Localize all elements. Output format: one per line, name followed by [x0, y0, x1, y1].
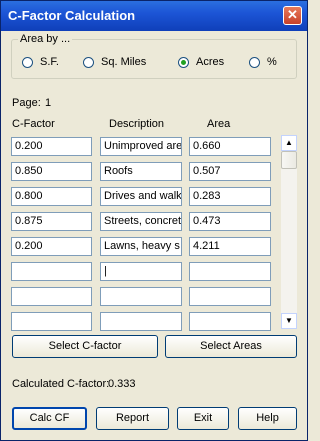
- scroll-up-button[interactable]: ▲: [281, 135, 297, 151]
- select-areas-button[interactable]: Select Areas: [165, 335, 297, 358]
- cfactor-cell[interactable]: 0.800: [11, 187, 92, 206]
- radio-sq-miles[interactable]: Sq. Miles: [83, 56, 146, 68]
- c-factor-window: C-Factor Calculation ✕ Area by ... S.F. …: [0, 0, 308, 441]
- area-cell[interactable]: 0.660: [189, 137, 271, 156]
- cfactor-cell[interactable]: 0.875: [11, 212, 92, 231]
- description-cell[interactable]: Lawns, heavy s: [100, 237, 182, 256]
- radio-circle-sq-miles: [83, 56, 94, 68]
- description-cell[interactable]: Streets, concret: [100, 212, 182, 231]
- radio-acres[interactable]: Acres: [178, 56, 224, 68]
- area-cell[interactable]: 0.473: [189, 212, 271, 231]
- table-scrollbar[interactable]: ▲ ▼: [281, 135, 297, 329]
- exit-button[interactable]: Exit: [177, 407, 229, 430]
- select-cfactor-button[interactable]: Select C-factor: [12, 335, 158, 358]
- cfactor-cell[interactable]: [11, 262, 92, 281]
- area-cell[interactable]: 4.211: [189, 237, 271, 256]
- area-cell[interactable]: [189, 262, 271, 281]
- window-title: C-Factor Calculation: [8, 8, 136, 23]
- close-icon: ✕: [287, 7, 298, 22]
- cfactor-cell[interactable]: 0.850: [11, 162, 92, 181]
- radio-sf[interactable]: S.F.: [22, 56, 59, 68]
- radio-circle-sf: [22, 56, 33, 68]
- cfactor-cell[interactable]: 0.200: [11, 237, 92, 256]
- header-area: Area: [207, 118, 231, 130]
- title-bar[interactable]: C-Factor Calculation ✕: [1, 1, 307, 31]
- area-cell[interactable]: 0.507: [189, 162, 271, 181]
- description-cell[interactable]: Drives and walk: [100, 187, 182, 206]
- area-by-legend: Area by ...: [18, 33, 73, 45]
- report-button[interactable]: Report: [96, 407, 169, 430]
- page-label: Page:: [12, 97, 41, 109]
- area-cell[interactable]: [189, 312, 271, 331]
- close-button[interactable]: ✕: [283, 6, 302, 25]
- radio-circle-acres: [178, 56, 189, 68]
- scroll-down-button[interactable]: ▼: [281, 313, 297, 329]
- help-button[interactable]: Help: [238, 407, 297, 430]
- header-cfactor: C-Factor: [12, 118, 55, 130]
- area-cell[interactable]: [189, 287, 271, 306]
- calculated-cfactor-label: Calculated C-factor:: [12, 378, 110, 390]
- page-number: 1: [45, 97, 52, 109]
- calc-cf-button[interactable]: Calc CF: [12, 407, 87, 430]
- radio-circle-percent: [249, 56, 260, 68]
- description-cell[interactable]: |: [100, 262, 182, 281]
- radio-percent-label: %: [267, 56, 277, 68]
- area-cell[interactable]: 0.283: [189, 187, 271, 206]
- cfactor-cell[interactable]: [11, 312, 92, 331]
- radio-percent[interactable]: %: [249, 56, 277, 68]
- radio-sf-label: S.F.: [40, 56, 59, 68]
- header-description: Description: [109, 118, 165, 130]
- description-cell[interactable]: [100, 287, 182, 306]
- calculated-cfactor-value: 0.333: [108, 378, 136, 390]
- cfactor-cell[interactable]: [11, 287, 92, 306]
- radio-acres-label: Acres: [196, 56, 225, 68]
- description-cell[interactable]: [100, 312, 182, 331]
- radio-sq-miles-label: Sq. Miles: [101, 56, 147, 68]
- arrow-up-icon: ▲: [285, 138, 293, 147]
- arrow-down-icon: ▼: [285, 316, 293, 325]
- description-cell[interactable]: Unimproved are: [100, 137, 182, 156]
- description-cell[interactable]: Roofs: [100, 162, 182, 181]
- scroll-thumb[interactable]: [281, 151, 297, 169]
- cfactor-cell[interactable]: 0.200: [11, 137, 92, 156]
